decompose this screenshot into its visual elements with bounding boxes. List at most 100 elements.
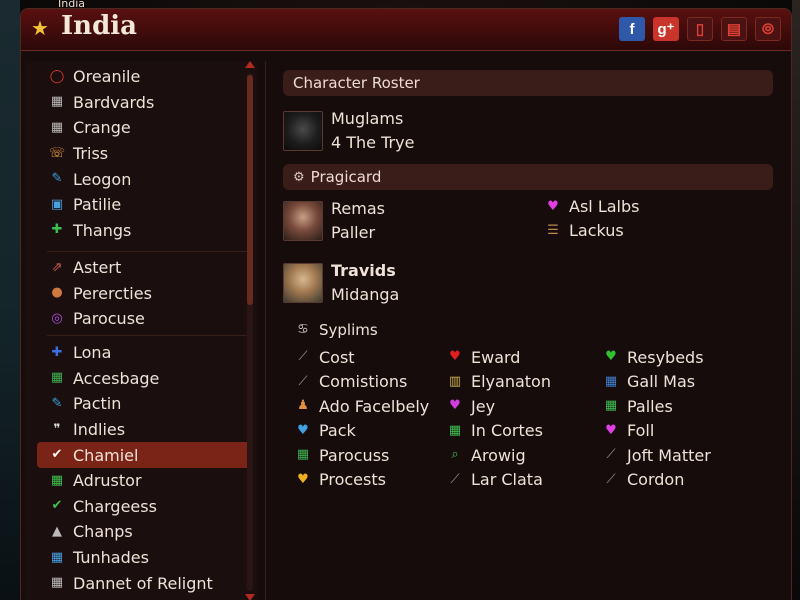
check-box-icon: ✔ [51, 498, 63, 514]
syplims-item[interactable]: ⟋ Lar Clata [447, 468, 607, 493]
sidebar-item[interactable]: ▲ Chanps [37, 519, 251, 545]
orb-icon: ● [51, 285, 63, 301]
sidebar-item-label: Perercties [73, 283, 152, 303]
image-icon: ▦ [50, 94, 64, 110]
scroll-down-icon[interactable] [245, 594, 255, 600]
item-icon: ⟋ [298, 373, 308, 389]
sidebar-item-label: Tunhades [73, 548, 149, 568]
syplims-item[interactable]: ♥ Resybeds [603, 345, 763, 370]
link-icon[interactable]: ⦾ [755, 17, 781, 41]
item-icon: ▦ [448, 422, 462, 438]
item-label: Comistions [319, 372, 408, 392]
sidebar-divider [47, 335, 247, 336]
syplims-item[interactable]: ♥ Jey [447, 394, 607, 419]
sidebar-item[interactable]: ❞ Indlies [37, 417, 251, 443]
sidebar-item[interactable]: ▦ Crange [37, 115, 251, 141]
syplims-item[interactable]: ⟋ Cost [295, 345, 455, 370]
sidebar-item[interactable]: ☏ Triss [37, 141, 251, 167]
sidebar: ◯ Oreanile ▦ Bardvards ▦ Crange ☏ Triss ✎ Leogon ▣… [25, 61, 257, 600]
sidebar-item[interactable]: ✔ Chargeess [37, 494, 251, 520]
roster-header[interactable]: Character Roster [283, 70, 773, 96]
syplims-item[interactable]: ▦ In Cortes [447, 419, 607, 444]
syplims-item[interactable]: ⟋ Cordon [603, 468, 763, 493]
pragicard-card-1[interactable]: Remas Paller [283, 197, 385, 245]
sidebar-item[interactable]: ▦ Adrustor [37, 468, 251, 494]
pragicard-header[interactable]: ⚙ Pragicard [283, 164, 773, 190]
sidebar-item-label: Patilie [73, 195, 122, 215]
syplims-column-2: ♥ Eward ▥ Elyanaton ♥ Jey ▦ In Cortes ⌕ Arowig ⟋ La… [447, 345, 607, 492]
background-right [792, 0, 800, 600]
sidebar-item-label: Oreanile [73, 67, 141, 87]
sidebar-item-label: Crange [73, 118, 131, 138]
sidebar-item[interactable]: ● Perercties [37, 281, 251, 307]
sidebar-item[interactable]: ◎ Parocuse [37, 306, 251, 332]
item-label: Cordon [627, 470, 685, 490]
sidebar-scrollbar[interactable] [245, 61, 257, 600]
image-icon: ▦ [50, 575, 64, 591]
character-subtitle: Midanga [331, 285, 400, 304]
syplims-item[interactable]: ⌕ Arowig [447, 443, 607, 468]
sidebar-item[interactable]: ▣ Patilie [37, 192, 251, 218]
item-icon: ♥ [605, 349, 617, 365]
item-icon: ♥ [297, 422, 309, 438]
sidebar-item[interactable]: ⇗ Astert [37, 255, 251, 281]
quote-icon: ❞ [53, 421, 61, 437]
scroll-thumb[interactable] [247, 75, 253, 305]
syplims-item[interactable]: ▦ Gall Mas [603, 370, 763, 395]
ring-icon: ◯ [49, 68, 65, 84]
phone-icon: ☏ [48, 145, 66, 161]
item-label: Jey [471, 396, 496, 416]
sidebar-item-label: Leogon [73, 169, 132, 189]
sidebar-item[interactable]: ✔ Chamiel [37, 442, 251, 468]
sidebar-item-label: Thangs [73, 220, 132, 240]
sidebar-item-label: Adrustor [73, 471, 142, 491]
character-name: Travids [331, 261, 396, 280]
syplims-item[interactable]: ♥ Foll [603, 419, 763, 444]
sidebar-item[interactable]: ▦ Accesbage [37, 366, 251, 392]
syplims-item[interactable]: ▥ Elyanaton [447, 370, 607, 395]
item-label: Foll [627, 421, 655, 441]
syplims-item[interactable]: ▦ Palles [603, 394, 763, 419]
phone-icon[interactable]: ▯ [687, 17, 713, 41]
check-icon: ✔ [51, 447, 63, 463]
syplims-item[interactable]: ⟋ Comistions [295, 370, 455, 395]
sidebar-item[interactable]: ✎ Leogon [37, 166, 251, 192]
chat-icon[interactable]: ▤ [721, 17, 747, 41]
pragicard-side-item[interactable]: ☰ Lackus [545, 221, 624, 240]
syplims-item[interactable]: ♥ Pack [295, 419, 455, 444]
item-label: Joft Matter [627, 445, 711, 465]
pragicard-side-item[interactable]: ♥ Asl Lalbs [545, 197, 639, 216]
sidebar-item-label: Chargeess [73, 496, 157, 516]
gear-icon: ⚙ [293, 169, 305, 185]
titlebar-actions: f g⁺ ▯ ▤ ⦾ [619, 17, 781, 41]
syplims-header[interactable]: ♋ Syplims [295, 321, 378, 339]
image-icon: ▦ [50, 549, 64, 565]
item-label: Lackus [569, 221, 624, 240]
syplims-item[interactable]: ⟋ Joft Matter [603, 443, 763, 468]
sidebar-item[interactable]: ◯ Oreanile [37, 64, 251, 90]
syplims-item[interactable]: ▦ Parocuss [295, 443, 455, 468]
pragicard-title: Pragicard [310, 168, 382, 186]
item-icon: ▦ [604, 398, 618, 414]
syplims-item[interactable]: ♥ Eward [447, 345, 607, 370]
facebook-icon[interactable]: f [619, 17, 645, 41]
roster-card[interactable]: Muglams 4 The Trye [283, 107, 414, 155]
sidebar-item[interactable]: ▦ Tunhades [37, 545, 251, 571]
portrait-image [283, 263, 323, 303]
sidebar-item[interactable]: ✚ Lona [37, 340, 251, 366]
syplims-column-3: ♥ Resybeds ▦ Gall Mas ▦ Palles ♥ Foll ⟋ Joft Matt… [603, 345, 763, 492]
sidebar-item-label: Chanps [73, 522, 133, 542]
scroll-up-icon[interactable] [245, 61, 255, 68]
sidebar-item[interactable]: ▦ Bardvards [37, 90, 251, 116]
item-label: Cost [319, 347, 355, 367]
sidebar-item[interactable]: ▦ Dannet of Relignt [37, 570, 251, 596]
sidebar-group-tertiary: ✚ Lona ▦ Accesbage ✎ Pactin ❞ Indlies ✔ Chamiel ▦ A… [37, 340, 251, 596]
syplims-item[interactable]: ♟ Ado Facelbely [295, 394, 455, 419]
item-icon: ⟋ [298, 349, 308, 365]
sidebar-item[interactable]: ✚ Thangs [37, 218, 251, 244]
pragicard-card-2[interactable]: Travids Midanga [283, 259, 399, 307]
google-plus-icon[interactable]: g⁺ [653, 17, 679, 41]
syplims-item[interactable]: ♥ Procests [295, 468, 455, 493]
sidebar-item[interactable]: ✎ Pactin [37, 391, 251, 417]
item-label: Pack [319, 421, 356, 441]
